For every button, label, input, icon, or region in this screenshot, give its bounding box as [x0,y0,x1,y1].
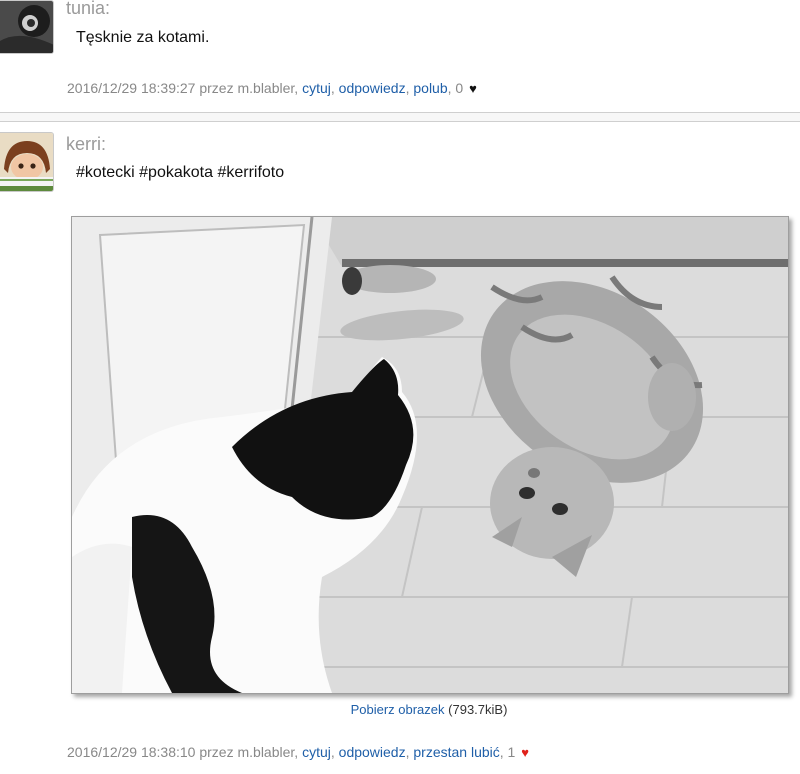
avatar[interactable] [0,0,54,54]
username[interactable]: kerri: [66,134,106,155]
like-count: 1 [507,744,516,760]
author: przez m.blabler, [199,80,299,96]
avatar[interactable] [0,132,54,192]
avatar-image [0,133,53,191]
hashtag-link[interactable]: #kotecki [76,164,135,181]
image-size: (793.7kiB) [448,702,508,717]
post-photo[interactable] [71,216,789,694]
timestamp: 2016/12/29 18:39:27 [67,80,196,96]
post-meta: 2016/12/29 18:38:10 przez m.blabler, cyt… [67,744,529,760]
post-text: Tęsknie za kotami. [76,29,210,46]
post: kerri: #kotecki #pokakota #kerrifoto Pob… [0,122,800,774]
post-tags: #kotecki #pokakota #kerrifoto [76,164,284,182]
image-caption: Pobierz obrazek (793.7kiB) [0,702,800,717]
download-image-link[interactable]: Pobierz obrazek [351,702,445,717]
post: tunia: Tęsknie za kotami. 2016/12/29 18:… [0,0,800,112]
hashtag-link[interactable]: #pokakota [139,164,213,181]
reply-link[interactable]: odpowiedz [339,80,406,96]
cats-photo [72,217,788,693]
heart-icon: ♥ [469,81,477,96]
quote-link[interactable]: cytuj [302,80,331,96]
avatar-image [0,1,53,53]
username[interactable]: tunia: [66,0,110,19]
unlike-link[interactable]: przestan lubić [413,744,499,760]
post-separator [0,112,800,122]
author: przez m.blabler, [199,744,299,760]
post-meta: 2016/12/29 18:39:27 przez m.blabler, cyt… [67,80,477,96]
heart-icon: ♥ [521,745,529,760]
like-link[interactable]: polub [413,80,447,96]
timestamp: 2016/12/29 18:38:10 [67,744,196,760]
quote-link[interactable]: cytuj [302,744,331,760]
reply-link[interactable]: odpowiedz [339,744,406,760]
like-count: 0 [455,80,464,96]
hashtag-link[interactable]: #kerrifoto [217,164,284,181]
